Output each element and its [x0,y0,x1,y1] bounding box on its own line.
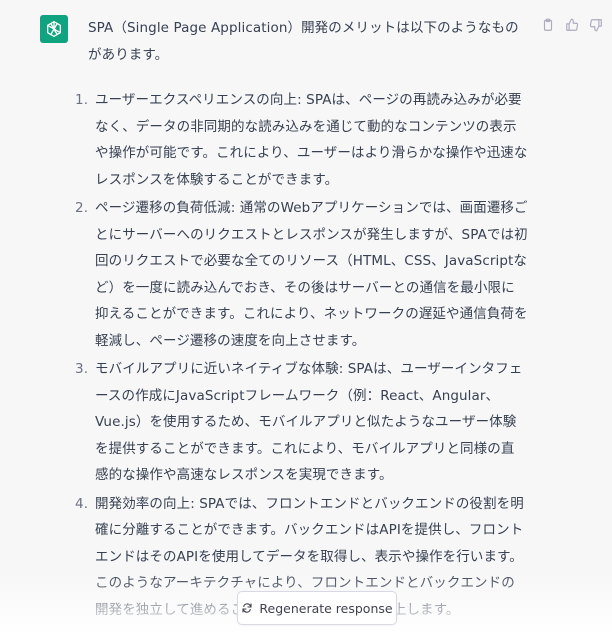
regenerate-label: Regenerate response [259,600,393,616]
openai-logo-icon [47,21,61,37]
list-item: 1. ユーザーエクスペリエンスの向上: SPAは、ページの再読み込みが必要なく、… [75,87,528,193]
message-content: SPA（Single Page Application）開発のメリットは以下のよ… [75,15,528,625]
thumbs-up-icon [566,18,579,31]
like-button[interactable] [564,17,580,33]
list-number: 3. [75,361,89,377]
thumbs-down-icon [589,19,602,32]
list-item-text: ユーザーエクスペリエンスの向上: SPAは、ページの再読み込みが必要なく、データ… [95,92,528,188]
benefits-list: 1. ユーザーエクスペリエンスの向上: SPAは、ページの再読み込みが必要なく、… [75,87,528,623]
list-number: 4. [75,495,89,512]
intro-text: SPA（Single Page Application）開発のメリットは以下のよ… [88,20,519,63]
message-actions [540,17,604,33]
copy-button[interactable] [540,17,556,33]
list-number: 1. [75,92,89,108]
list-item: 3. モバイルアプリに近いネイティブな体験: SPAは、ユーザーインタフェースの… [75,356,528,489]
list-item: 2. ページ遷移の負荷低減: 通常のWebアプリケーションでは、画面遷移ごとにサ… [75,195,528,354]
list-item-text: ページ遷移の負荷低減: 通常のWebアプリケーションでは、画面遷移ごとにサーバー… [95,200,528,349]
list-number: 2. [75,200,89,216]
assistant-avatar [40,15,68,43]
list-item-text: モバイルアプリに近いネイティブな体験: SPAは、ユーザーインタフェースの作成に… [95,361,523,483]
regenerate-response-button[interactable]: Regenerate response [237,591,397,625]
clipboard-icon [543,18,553,31]
refresh-icon [242,603,252,613]
dislike-button[interactable] [588,17,604,33]
assistant-message: SPA（Single Page Application）開発のメリットは以下のよ… [0,0,612,632]
